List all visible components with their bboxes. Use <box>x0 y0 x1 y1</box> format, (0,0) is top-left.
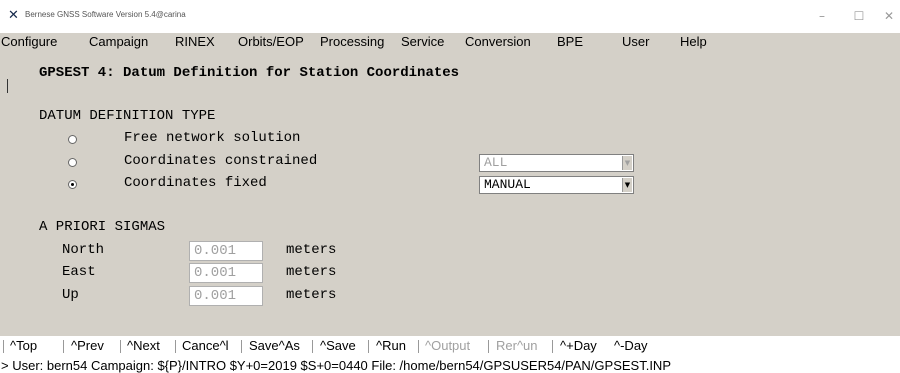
menu-bar: Configure Campaign RINEX Orbits/EOP Proc… <box>0 33 900 51</box>
menu-user[interactable]: User <box>622 35 649 49</box>
separator <box>241 340 242 353</box>
sigma-east-field[interactable]: 0.001 <box>189 263 263 283</box>
maximize-icon[interactable]: ☐ <box>849 7 869 25</box>
run-button[interactable]: ^Run <box>376 339 406 353</box>
option-label-free-network: Free network solution <box>124 130 301 146</box>
separator <box>368 340 369 353</box>
separator <box>418 340 419 353</box>
constrained-stations-select: ALL ▼ <box>479 154 634 172</box>
separator <box>63 340 64 353</box>
datum-section-heading: DATUM DEFINITION TYPE <box>39 108 216 124</box>
separator <box>552 340 553 353</box>
output-button: ^Output <box>425 338 471 353</box>
separator <box>488 340 489 353</box>
page-title: GPSEST 4: Datum Definition for Station C… <box>39 65 460 81</box>
button-bar: ^Top ^Prev ^Next Cance^l Save^As ^Save ^… <box>0 336 900 356</box>
option-label-coordinates-constrained: Coordinates constrained <box>124 153 318 169</box>
rerun-button: Rer^un <box>496 338 538 353</box>
radio-coordinates-fixed[interactable] <box>68 180 77 189</box>
panel-divider <box>7 79 8 93</box>
chevron-down-icon[interactable]: ▼ <box>622 178 632 192</box>
sigma-label-up: Up <box>62 287 79 303</box>
menu-help[interactable]: Help <box>680 35 707 49</box>
plus-day-button[interactable]: ^+Day <box>560 339 597 353</box>
separator <box>120 340 121 353</box>
menu-orbits-eop[interactable]: Orbits/EOP <box>238 35 304 49</box>
separator <box>312 340 313 353</box>
menu-processing[interactable]: Processing <box>320 35 384 49</box>
option-label-coordinates-fixed: Coordinates fixed <box>124 175 267 191</box>
menu-service[interactable]: Service <box>401 35 444 49</box>
sigma-up-field[interactable]: 0.001 <box>189 286 263 306</box>
sigma-label-east: East <box>62 264 96 280</box>
save-button[interactable]: ^Save <box>320 339 356 353</box>
radio-free-network[interactable] <box>68 135 77 144</box>
menu-rinex[interactable]: RINEX <box>175 35 215 49</box>
chevron-down-icon: ▼ <box>622 156 632 170</box>
radio-coordinates-constrained[interactable] <box>68 158 77 167</box>
minus-day-button[interactable]: ^-Day <box>614 339 648 353</box>
menu-campaign[interactable]: Campaign <box>89 35 148 49</box>
save-as-button[interactable]: Save^As <box>249 339 300 353</box>
menu-conversion[interactable]: Conversion <box>465 35 531 49</box>
prev-button[interactable]: ^Prev <box>71 339 104 353</box>
next-button[interactable]: ^Next <box>127 339 160 353</box>
window-title: Bernese GNSS Software Version 5.4@carina <box>25 10 186 19</box>
unit-label: meters <box>286 264 337 280</box>
x-logo-icon: ✕ <box>8 8 19 23</box>
unit-label: meters <box>286 242 337 258</box>
menu-configure[interactable]: Configure <box>1 35 57 49</box>
top-button[interactable]: ^Top <box>10 339 37 353</box>
sigma-label-north: North <box>62 242 105 258</box>
fixed-stations-select[interactable]: MANUAL ▼ <box>479 176 634 194</box>
status-bar: > User: bern54 Campaign: ${P}/INTRO $Y+0… <box>0 356 900 373</box>
status-text: > User: bern54 Campaign: ${P}/INTRO $Y+0… <box>1 358 671 373</box>
constrained-select-value: ALL <box>484 155 508 170</box>
close-icon[interactable]: ✕ <box>879 7 899 25</box>
menu-bpe[interactable]: BPE <box>557 35 583 49</box>
title-bar: ✕ Bernese GNSS Software Version 5.4@cari… <box>0 0 900 33</box>
cancel-button[interactable]: Cance^l <box>182 339 229 353</box>
sigma-north-field[interactable]: 0.001 <box>189 241 263 261</box>
datum-panel: GPSEST 4: Datum Definition for Station C… <box>0 51 900 336</box>
fixed-select-value: MANUAL <box>484 177 531 192</box>
unit-label: meters <box>286 287 337 303</box>
sigma-section-heading: A PRIORI SIGMAS <box>39 219 166 235</box>
separator <box>175 340 176 353</box>
separator <box>3 340 4 353</box>
minimize-icon[interactable]: – <box>812 7 832 25</box>
